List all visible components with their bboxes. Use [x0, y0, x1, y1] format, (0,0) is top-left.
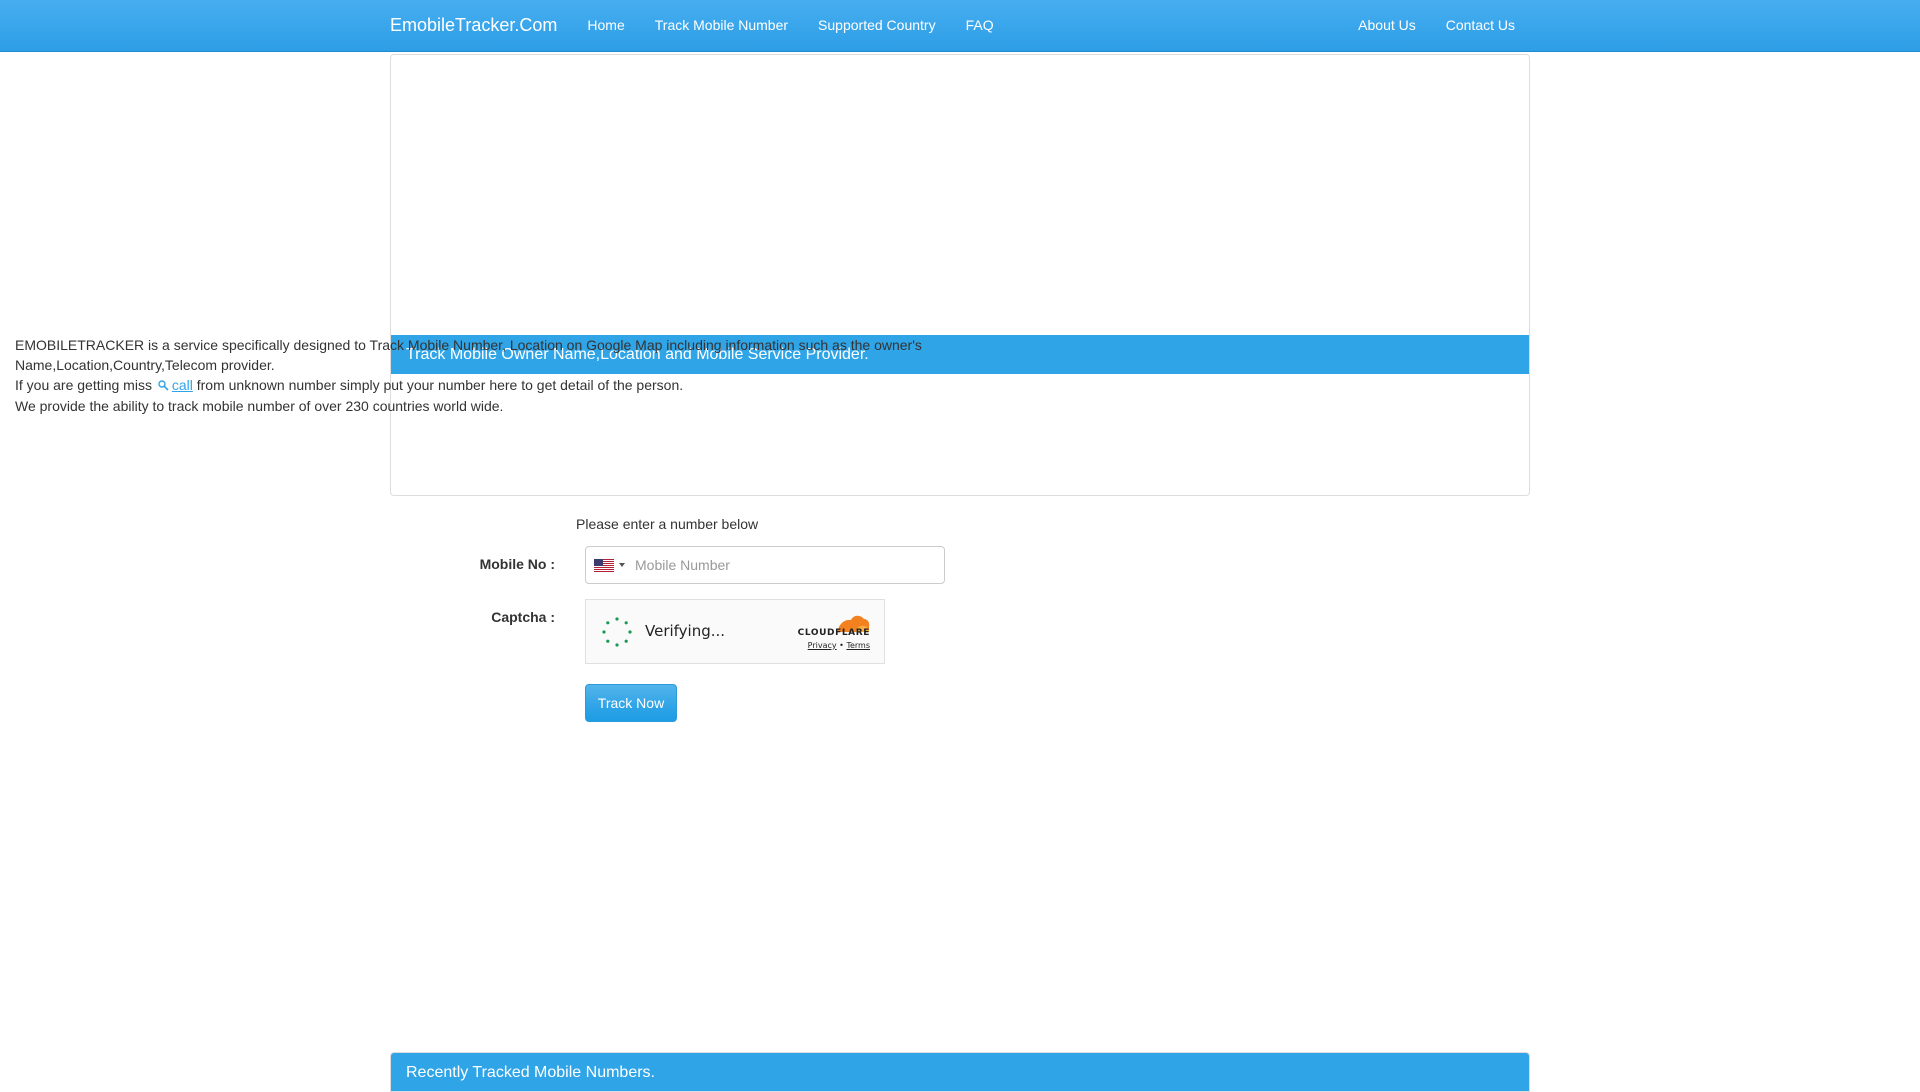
navbar-container: EmobileTracker.Com Home Track Mobile Num…: [390, 0, 1530, 51]
nav-left: Home Track Mobile Number Supported Count…: [572, 0, 1008, 51]
mobile-input-group: [585, 546, 945, 584]
top-navbar: EmobileTracker.Com Home Track Mobile Num…: [0, 0, 1920, 52]
captcha-status: Verifying...: [645, 622, 726, 640]
us-flag-icon: [594, 558, 614, 572]
captcha-separator: •: [839, 641, 844, 650]
recent-panel: Recently Tracked Mobile Numbers.: [390, 1052, 1530, 1092]
brand-link[interactable]: EmobileTracker.Com: [390, 15, 557, 36]
country-selector[interactable]: [586, 547, 631, 583]
spinner-icon: [602, 617, 632, 647]
miss-call-text: If you are getting miss call from unknow…: [15, 375, 1125, 396]
mobile-label: Mobile No :: [479, 556, 555, 572]
call-link[interactable]: call: [172, 377, 193, 393]
nav-home[interactable]: Home: [572, 0, 639, 51]
intro-panel-body: EMOBILETRACKER is a service specifically…: [15, 335, 1125, 416]
miss-call-prefix: If you are getting miss: [15, 377, 152, 393]
nav-contact-us[interactable]: Contact Us: [1431, 0, 1530, 51]
nav-right: About Us Contact Us: [1343, 0, 1530, 51]
captcha-widget[interactable]: Verifying... CLOUDFLARE Privacy • Terms: [585, 599, 885, 664]
mobile-number-input[interactable]: [631, 548, 939, 582]
cloudflare-wordmark: CLOUDFLARE: [797, 628, 870, 638]
form-hint: Please enter a number below: [576, 516, 759, 532]
countries-text: We provide the ability to track mobile n…: [15, 398, 504, 414]
captcha-privacy-link[interactable]: Privacy: [808, 641, 837, 650]
nav-about-us[interactable]: About Us: [1343, 0, 1431, 51]
ad-space: [391, 55, 1529, 335]
miss-call-suffix: from unknown number simply put your numb…: [196, 377, 684, 393]
intro-text: EMOBILETRACKER is a service specifically…: [15, 337, 922, 373]
track-now-button[interactable]: Track Now: [585, 684, 677, 722]
recent-panel-heading: Recently Tracked Mobile Numbers.: [391, 1053, 1529, 1091]
nav-track-mobile-number[interactable]: Track Mobile Number: [640, 0, 803, 51]
intro-panel: Track Mobile Owner Name,Location and Mob…: [390, 54, 1530, 496]
nav-supported-country[interactable]: Supported Country: [803, 0, 951, 51]
magnifier-icon: [158, 376, 169, 396]
caret-down-icon: [619, 563, 625, 567]
captcha-links: Privacy • Terms: [776, 641, 870, 650]
captcha-terms-link[interactable]: Terms: [846, 641, 870, 650]
captcha-label: Captcha :: [491, 609, 555, 625]
nav-faq[interactable]: FAQ: [951, 0, 1009, 51]
